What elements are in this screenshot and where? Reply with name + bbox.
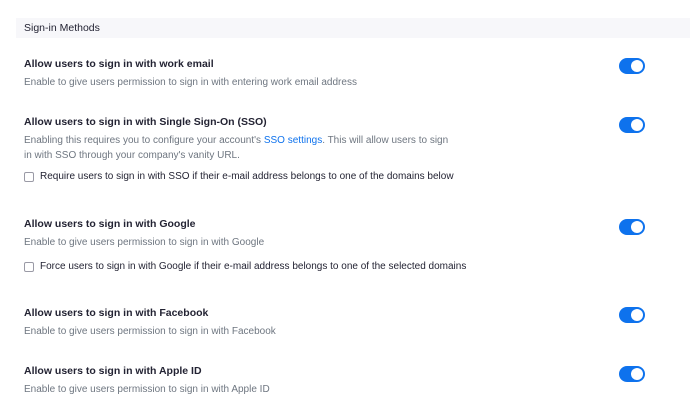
setting-description: Enable to give users permission to sign … xyxy=(24,237,265,248)
setting-facebook: Allow users to sign in with Facebook Ena… xyxy=(24,307,664,339)
setting-work-email: Allow users to sign in with work email E… xyxy=(24,58,664,90)
setting-description: Enable to give users permission to sign … xyxy=(24,384,270,395)
setting-description: Enabling this requires you to configure … xyxy=(24,133,454,163)
setting-google: Allow users to sign in with Google Enabl… xyxy=(24,218,664,272)
setting-apple-id: Allow users to sign in with Apple ID Ena… xyxy=(24,365,664,397)
toggle-knob xyxy=(631,119,643,131)
setting-title: Allow users to sign in with Facebook xyxy=(24,307,209,319)
section-title: Sign-in Methods xyxy=(24,22,100,34)
sso-settings-link[interactable]: SSO settings xyxy=(264,135,322,146)
require-sso-checkbox[interactable] xyxy=(24,171,34,182)
work-email-toggle[interactable] xyxy=(619,58,645,74)
toggle-knob xyxy=(631,309,643,321)
toggle-knob xyxy=(631,221,643,233)
force-google-label: Force users to sign in with Google if th… xyxy=(40,261,467,272)
require-sso-row: Require users to sign in with SSO if the… xyxy=(24,171,454,182)
force-google-row: Force users to sign in with Google if th… xyxy=(24,261,466,272)
toggle-knob xyxy=(631,368,643,380)
setting-title: Allow users to sign in with Single Sign-… xyxy=(24,116,267,128)
setting-description: Enable to give users permission to sign … xyxy=(24,77,357,88)
sso-toggle[interactable] xyxy=(619,117,645,133)
setting-title: Allow users to sign in with work email xyxy=(24,58,214,70)
facebook-toggle[interactable] xyxy=(619,307,645,323)
setting-title: Allow users to sign in with Apple ID xyxy=(24,365,202,377)
setting-description: Enable to give users permission to sign … xyxy=(24,326,276,337)
sso-desc-before: Enabling this requires you to configure … xyxy=(24,135,264,146)
setting-title: Allow users to sign in with Google xyxy=(24,218,196,230)
apple-id-toggle[interactable] xyxy=(619,366,645,382)
toggle-knob xyxy=(631,60,643,72)
google-toggle[interactable] xyxy=(619,219,645,235)
force-google-checkbox[interactable] xyxy=(24,261,34,272)
setting-sso: Allow users to sign in with Single Sign-… xyxy=(24,116,664,182)
section-header: Sign-in Methods xyxy=(16,18,690,38)
require-sso-label: Require users to sign in with SSO if the… xyxy=(40,171,454,182)
